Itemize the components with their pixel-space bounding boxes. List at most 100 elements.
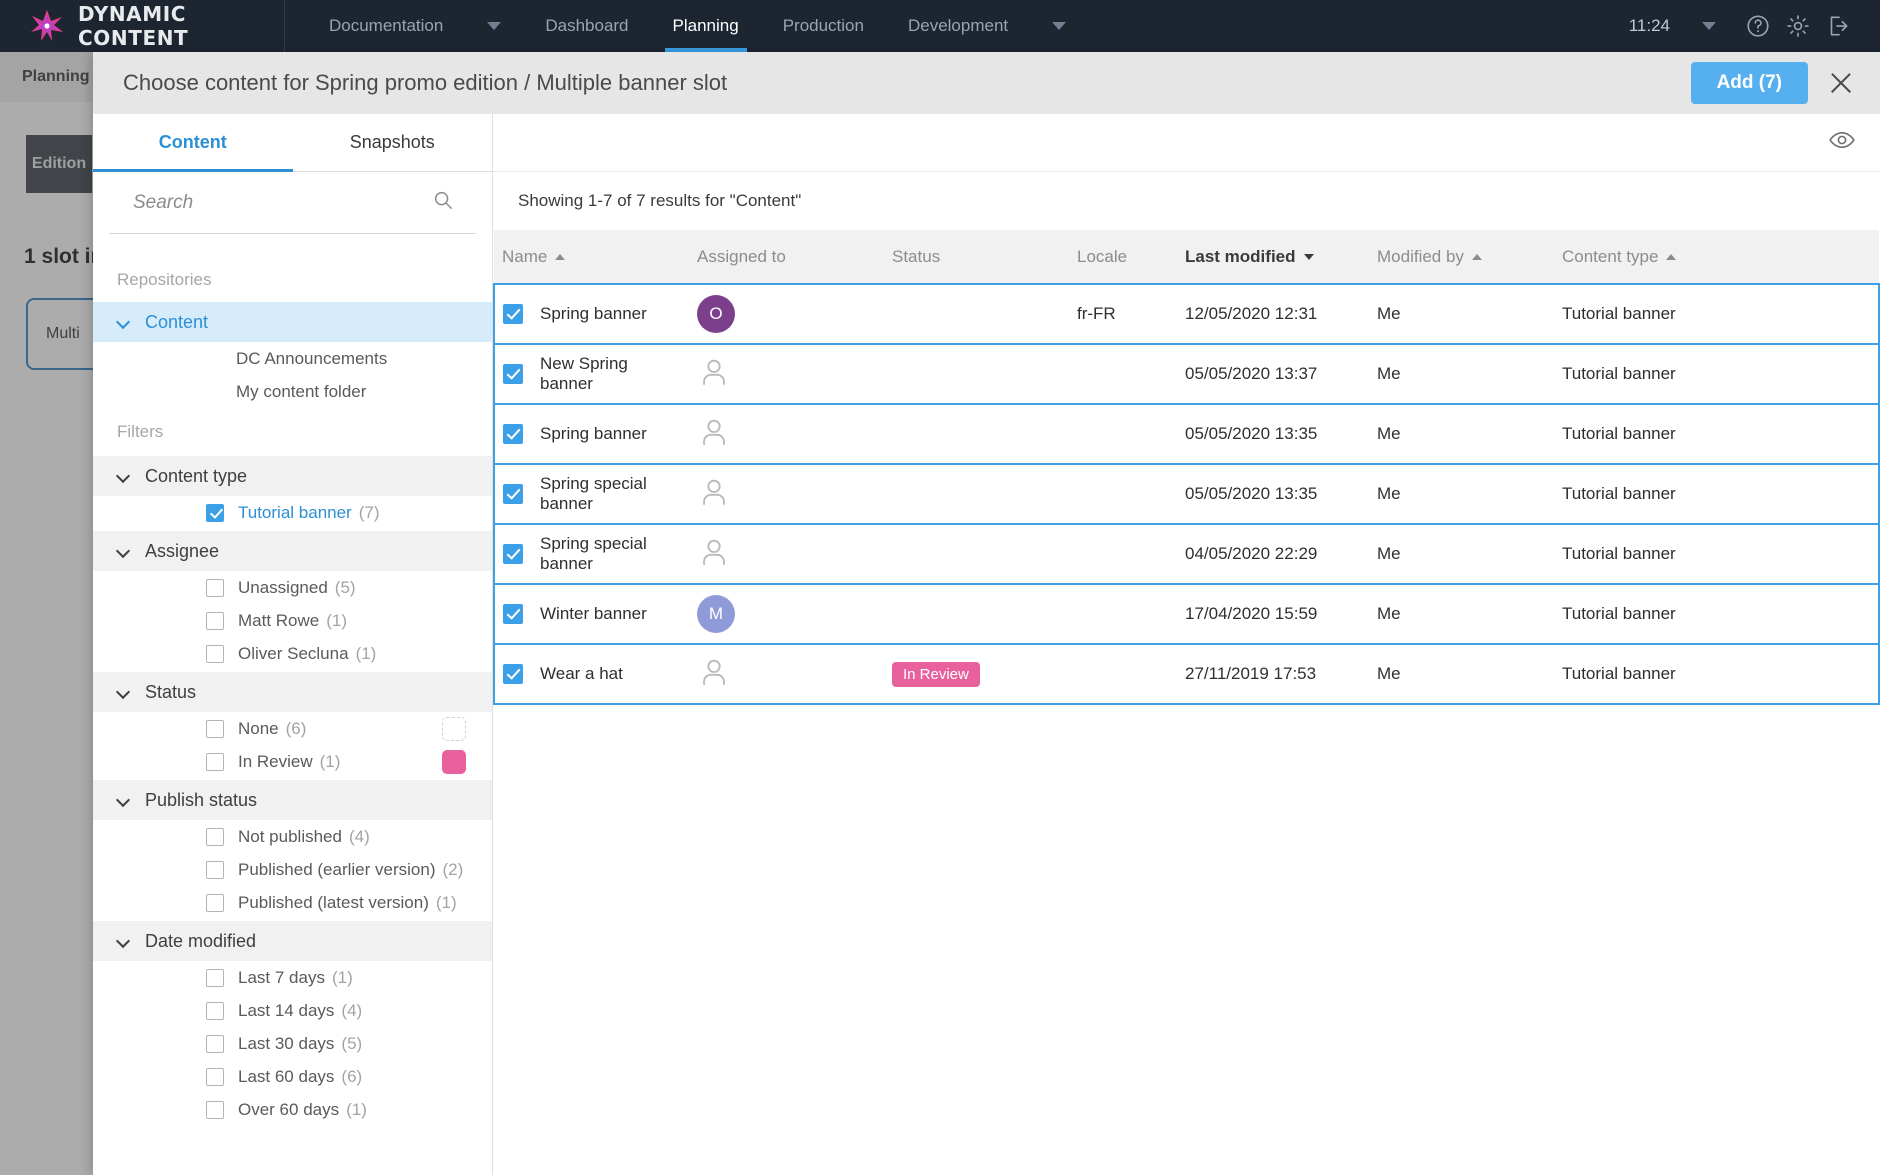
filter-tutorial-banner[interactable]: Tutorial banner (7) [93,496,492,529]
checkbox-icon[interactable] [206,503,224,522]
filter-count: (1) [331,967,353,987]
filter-count: (1) [326,610,348,630]
checkbox-icon[interactable] [206,1001,224,1020]
cell-modified-by: Me [1377,424,1401,443]
nav-item-planning[interactable]: Planning [651,0,761,52]
repository-my-content-folder[interactable]: My content folder [93,375,492,408]
filter-status-in-review[interactable]: In Review (1) [93,745,492,778]
checkbox-icon[interactable] [206,860,224,879]
nav-item-production[interactable]: Production [761,0,886,52]
brand-logo[interactable]: DYNAMIC CONTENT [0,0,285,52]
checkbox-icon[interactable] [206,752,224,771]
column-header-assigned-to[interactable]: Assigned to [689,230,884,284]
filter-not-published[interactable]: Not published (4) [93,820,492,853]
column-label: Modified by [1377,246,1464,266]
cell-locale [1069,404,1177,464]
gear-icon[interactable] [1778,6,1818,46]
row-checkbox[interactable] [503,664,523,684]
tab-content[interactable]: Content [93,114,293,172]
filter-group-assignee[interactable]: Assignee [93,531,492,571]
filter-last-60-days[interactable]: Last 60 days (6) [93,1060,492,1093]
documentation-chevron-down-icon[interactable] [487,22,502,30]
cell-content-type: Tutorial banner [1562,304,1676,323]
filter-oliver-secluna[interactable]: Oliver Secluna (1) [93,637,492,670]
column-header-modified-by[interactable]: Modified by [1369,230,1554,284]
column-header-last-modified[interactable]: Last modified [1177,230,1369,284]
row-checkbox[interactable] [503,304,523,324]
chevron-down-icon [117,934,131,948]
row-checkbox[interactable] [503,424,523,444]
sort-descending-icon [1303,254,1314,261]
nav-item-dashboard[interactable]: Dashboard [523,0,650,52]
cell-last-modified: 05/05/2020 13:35 [1185,424,1318,443]
content-name-label: Spring special banner [540,474,647,513]
filter-unassigned[interactable]: Unassigned (5) [93,571,492,604]
tab-snapshots[interactable]: Snapshots [293,114,493,171]
filter-matt-rowe[interactable]: Matt Rowe (1) [93,604,492,637]
column-header-status[interactable]: Status [884,230,1069,284]
content-name-label: New Spring banner [540,354,628,393]
table-row[interactable]: New Spring banner 05/05/2020 13:37 Me Tutor… [494,344,1879,404]
checkbox-icon[interactable] [206,968,224,987]
cell-last-modified: 12/05/2020 12:31 [1185,304,1318,323]
nav-item-development[interactable]: Development [886,0,1030,52]
filter-published-latest[interactable]: Published (latest version) (1) [93,886,492,919]
checkbox-icon[interactable] [206,719,224,738]
filter-last-14-days[interactable]: Last 14 days (4) [93,994,492,1027]
clock-chevron-down-icon[interactable] [1702,22,1716,30]
checkbox-icon[interactable] [206,1034,224,1053]
filter-over-60-days[interactable]: Over 60 days (1) [93,1093,492,1126]
search-icon[interactable] [432,189,454,216]
help-icon[interactable] [1738,6,1778,46]
table-row[interactable]: Winter banner M 17/04/2020 15:59 Me Tutorial… [494,584,1879,644]
table-row[interactable]: Spring special banner 05/05/2020 13:35 Me T… [494,464,1879,524]
row-checkbox[interactable] [503,484,523,504]
repository-content[interactable]: Content [93,302,492,342]
checkbox-icon[interactable] [206,1100,224,1119]
cell-status [884,584,1069,644]
column-header-name[interactable]: Name [494,230,689,284]
dialog-header: Choose content for Spring promo edition … [93,52,1880,114]
filter-published-earlier[interactable]: Published (earlier version) (2) [93,853,492,886]
main-nav: Documentation Dashboard Planning Product… [307,0,1088,52]
row-checkbox[interactable] [503,544,523,564]
cell-last-modified: 27/11/2019 17:53 [1185,664,1317,683]
filters-label: Filters [117,422,164,441]
development-chevron-down-icon[interactable] [1052,22,1067,30]
chevron-down-icon [117,315,131,329]
search-input[interactable] [133,191,432,214]
column-header-locale[interactable]: Locale [1069,230,1177,284]
filter-group-status[interactable]: Status [93,672,492,712]
column-header-content-type[interactable]: Content type [1554,230,1879,284]
table-row[interactable]: Spring banner Ofr-FR 12/05/2020 12:31 Me Tut… [494,284,1879,344]
checkbox-icon[interactable] [206,611,224,630]
filter-group-content-type[interactable]: Content type [93,456,492,496]
repository-dc-announcements[interactable]: DC Announcements [93,342,492,375]
cell-content-type: Tutorial banner [1562,424,1676,443]
cell-name: Spring special banner [494,524,689,584]
checkbox-icon[interactable] [206,893,224,912]
filter-count: (1) [435,892,457,912]
filter-status-none[interactable]: None (6) [93,712,492,745]
filter-group-date-modified[interactable]: Date modified [93,921,492,961]
logout-icon[interactable] [1818,6,1858,46]
topbar-right-actions: 11:24 [1629,6,1880,46]
filter-last-7-days[interactable]: Last 7 days (1) [93,961,492,994]
checkbox-icon[interactable] [206,1067,224,1086]
filters-scroll[interactable]: Repositories Content DC Announcements My… [93,234,492,1175]
add-button[interactable]: Add (7) [1690,62,1808,104]
table-row[interactable]: Spring special banner 04/05/2020 22:29 Me T… [494,524,1879,584]
table-row[interactable]: Wear a hat In Review 27/11/2019 17:53 Me Tut… [494,644,1879,704]
nav-item-documentation[interactable]: Documentation [307,0,465,52]
row-checkbox[interactable] [503,364,523,384]
close-icon[interactable] [1828,70,1854,96]
checkbox-icon[interactable] [206,827,224,846]
checkbox-icon[interactable] [206,644,224,663]
filter-last-30-days[interactable]: Last 30 days (5) [93,1027,492,1060]
row-checkbox[interactable] [503,604,523,624]
filter-group-publish-status[interactable]: Publish status [93,780,492,820]
repositories-label: Repositories [117,270,212,289]
eye-icon[interactable] [1828,126,1856,159]
checkbox-icon[interactable] [206,578,224,597]
table-row[interactable]: Spring banner 05/05/2020 13:35 Me Tutorial … [494,404,1879,464]
